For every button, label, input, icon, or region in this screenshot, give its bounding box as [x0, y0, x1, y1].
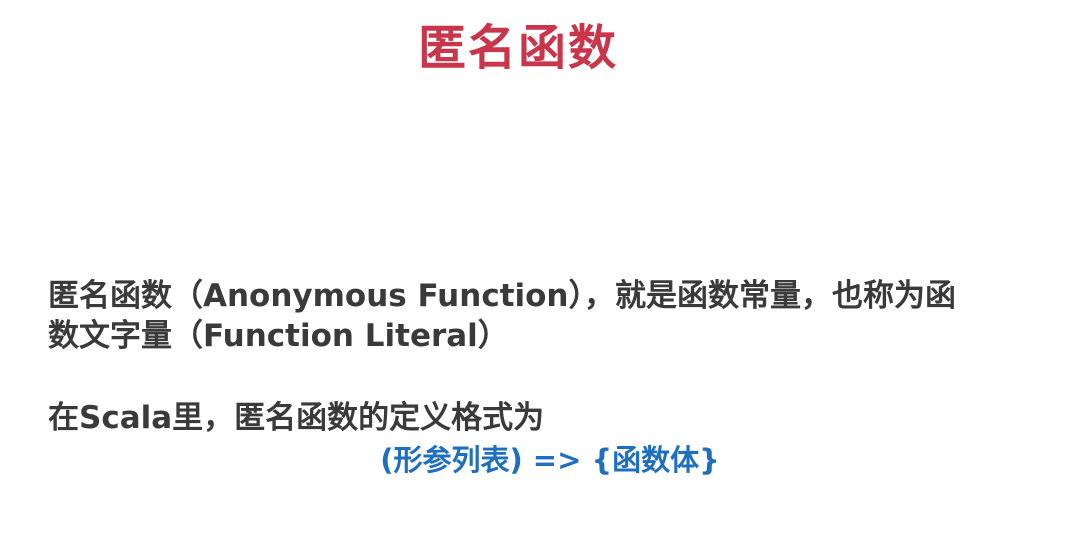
slide: 匿名函数 匿名函数（Anonymous Function），就是函数常量，也称为…	[0, 0, 1086, 545]
definition-line-1: 匿名函数（Anonymous Function），就是函数常量，也称为函	[48, 278, 957, 314]
format-intro: 在Scala里，匿名函数的定义格式为	[48, 400, 545, 436]
syntax-format: (形参列表) => {函数体}	[380, 443, 720, 477]
definition-line-2: 数文字量（Function Literal）	[48, 318, 509, 354]
slide-title: 匿名函数	[417, 20, 618, 76]
definition-paragraph: 匿名函数（Anonymous Function），就是函数常量，也称为函 数文字…	[48, 276, 1048, 356]
